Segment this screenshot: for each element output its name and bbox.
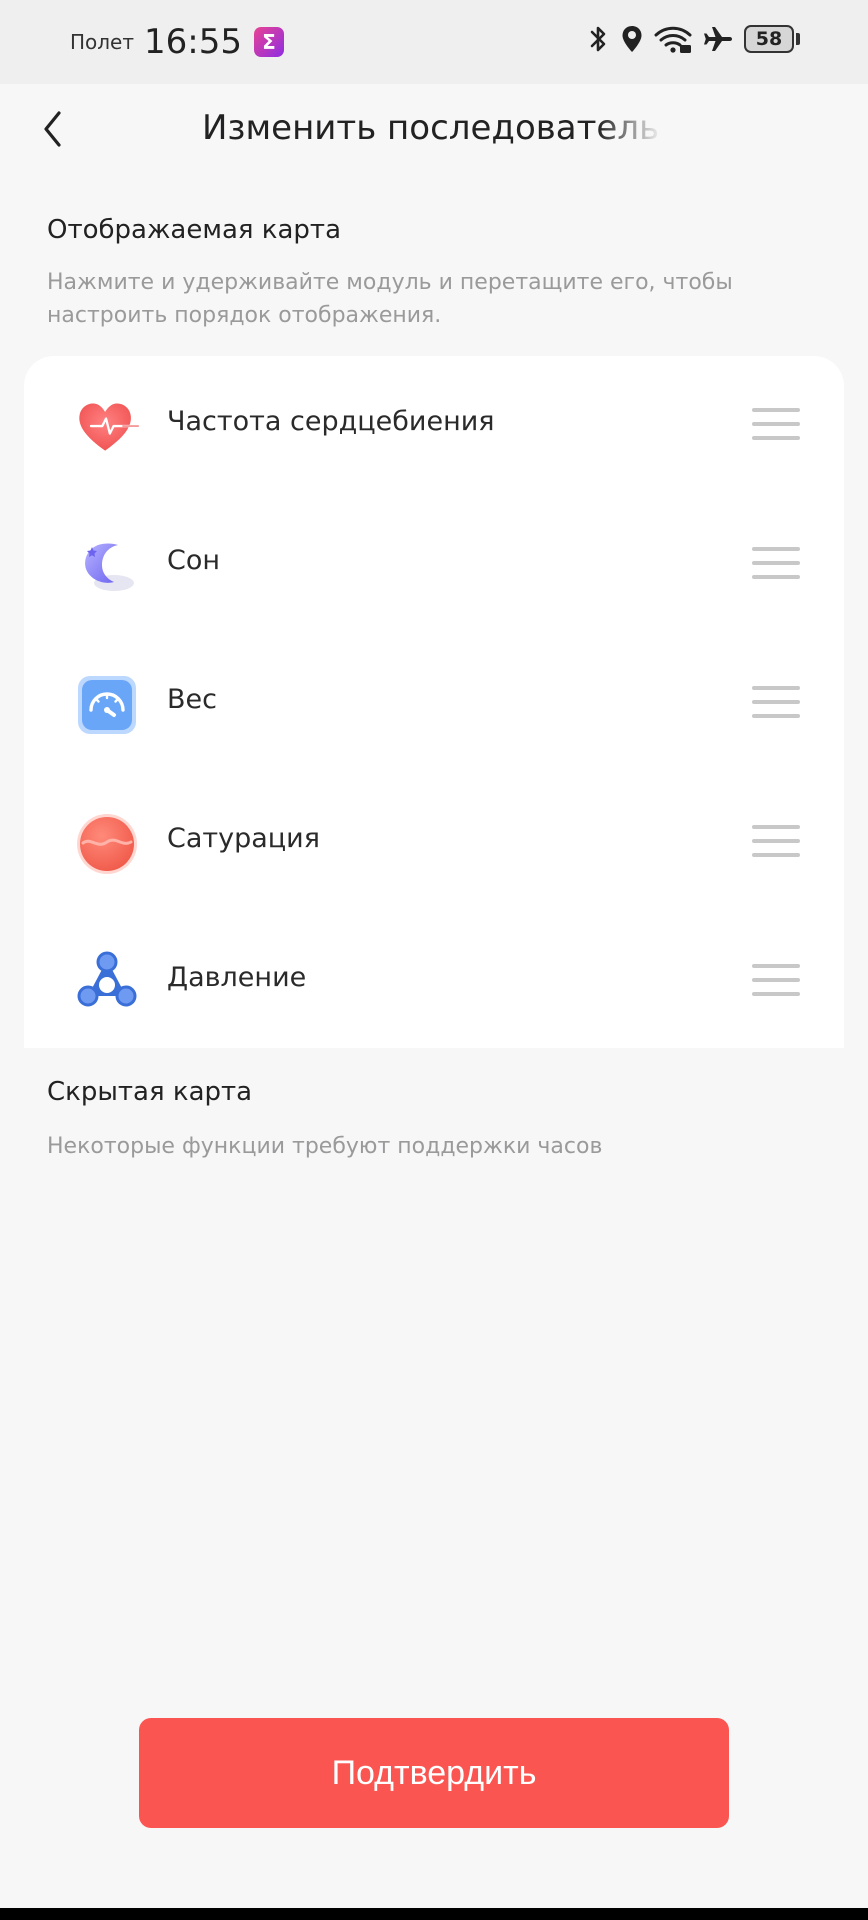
chevron-left-icon xyxy=(41,109,65,153)
card-label: Сатурация xyxy=(167,823,320,854)
hidden-section-hint: Некоторые функции требуют поддержки часо… xyxy=(47,1134,603,1159)
card-label: Частота сердцебиения xyxy=(167,406,495,437)
card-label: Вес xyxy=(167,684,217,715)
status-mode: Полет xyxy=(70,30,135,54)
battery-tip xyxy=(796,33,800,45)
status-time: 16:55 xyxy=(144,22,242,62)
displayed-card-list: Частота сердцебиения Сон Вес Сатурация Д… xyxy=(24,356,844,1048)
battery-body: 58 xyxy=(744,25,794,53)
card-row-saturation[interactable]: Сатурация xyxy=(24,773,844,912)
confirm-button[interactable]: Подтвердить xyxy=(139,1718,729,1828)
battery-level: 58 xyxy=(755,28,783,50)
navigation-bar xyxy=(0,1908,868,1920)
drag-handle-icon[interactable] xyxy=(752,686,800,722)
hidden-section-title: Скрытая карта xyxy=(47,1077,253,1107)
pressure-spinner-icon xyxy=(74,950,140,1016)
displayed-section-hint: Нажмите и удерживайте модуль и перетащит… xyxy=(47,270,733,328)
back-button[interactable] xyxy=(28,106,78,156)
card-label: Сон xyxy=(167,545,221,576)
location-icon xyxy=(620,24,644,54)
drag-handle-icon[interactable] xyxy=(752,547,800,583)
drag-handle-icon[interactable] xyxy=(752,408,800,444)
moon-sleep-icon xyxy=(74,533,140,599)
battery-indicator: 58 xyxy=(744,25,800,53)
notification-app-icon: Σ xyxy=(254,27,284,57)
wifi-icon xyxy=(654,24,692,54)
card-row-pressure[interactable]: Давление xyxy=(24,912,844,1051)
page-title: Изменить последовательно xyxy=(202,108,662,148)
card-label: Давление xyxy=(167,962,307,993)
oxygen-saturation-icon xyxy=(74,811,140,877)
card-row-weight[interactable]: Вес xyxy=(24,634,844,773)
drag-handle-icon[interactable] xyxy=(752,964,800,1000)
drag-handle-icon[interactable] xyxy=(752,825,800,861)
heart-rate-icon xyxy=(74,394,140,460)
scale-gauge-icon xyxy=(74,672,140,738)
status-right: 58 xyxy=(586,24,800,54)
header: Изменить последовательно xyxy=(0,84,868,180)
airplane-icon xyxy=(702,24,734,54)
card-row-heart-rate[interactable]: Частота сердцебиения xyxy=(24,356,844,495)
displayed-section-title: Отображаемая карта xyxy=(47,215,342,245)
bluetooth-icon xyxy=(586,24,610,54)
status-bar: Полет 16:55 Σ 58 xyxy=(0,0,868,84)
card-row-sleep[interactable]: Сон xyxy=(24,495,844,634)
status-left: Полет 16:55 Σ xyxy=(70,22,284,62)
